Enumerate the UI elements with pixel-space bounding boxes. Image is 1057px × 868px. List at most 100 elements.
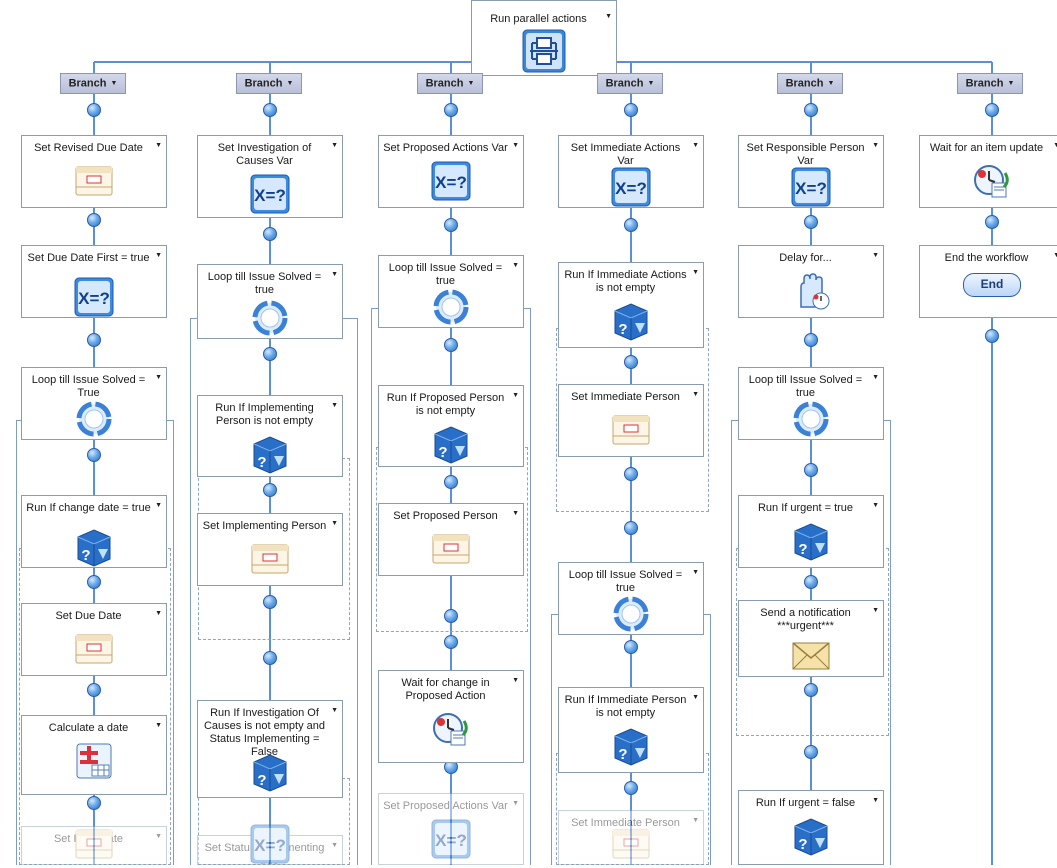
action-node-set-status-implementing-true[interactable]: Set Status Implementing = true▼X=? xyxy=(197,824,343,867)
insert-action-dot[interactable] xyxy=(87,448,101,462)
node-dropdown-arrow[interactable]: ▼ xyxy=(512,392,519,399)
node-dropdown-arrow[interactable]: ▼ xyxy=(512,262,519,269)
node-dropdown-arrow[interactable]: ▼ xyxy=(155,610,162,617)
insert-action-dot[interactable] xyxy=(444,103,458,117)
node-dropdown-arrow[interactable]: ▼ xyxy=(692,694,699,701)
node-dropdown-arrow[interactable]: ▼ xyxy=(692,142,699,149)
branch-button-6[interactable]: Branch ▼ xyxy=(957,73,1023,94)
node-dropdown-arrow[interactable]: ▼ xyxy=(331,707,338,714)
action-node-set-rem-date[interactable]: Set Rem Date▼ xyxy=(21,826,167,865)
action-node-set-immediate-person[interactable]: Set Immediate Person ▼ xyxy=(558,810,704,865)
insert-action-dot[interactable] xyxy=(263,595,277,609)
node-dropdown-arrow[interactable]: ▼ xyxy=(331,842,338,849)
insert-action-dot[interactable] xyxy=(985,215,999,229)
insert-action-dot[interactable] xyxy=(87,213,101,227)
node-dropdown-arrow[interactable]: ▼ xyxy=(512,142,519,149)
insert-action-dot[interactable] xyxy=(624,521,638,535)
node-dropdown-arrow[interactable]: ▼ xyxy=(1053,252,1057,259)
insert-action-dot[interactable] xyxy=(624,467,638,481)
branch-button-2[interactable]: Branch ▼ xyxy=(236,73,302,94)
insert-action-dot[interactable] xyxy=(804,745,818,759)
insert-action-dot[interactable] xyxy=(985,103,999,117)
node-dropdown-arrow[interactable]: ▼ xyxy=(155,722,162,729)
action-node-loop-till-issue-solved-true[interactable]: Loop till Issue Solved = True ▼ xyxy=(21,367,167,440)
node-dropdown-arrow[interactable]: ▼ xyxy=(331,271,338,278)
insert-action-dot[interactable] xyxy=(444,609,458,623)
end-button[interactable]: End xyxy=(963,273,1021,297)
action-node-wait-for-an-item-update[interactable]: Wait for an item update ▼ xyxy=(919,135,1057,208)
action-node-end-the-workflow[interactable]: End the workflow ▼ End xyxy=(919,245,1057,318)
node-dropdown-arrow[interactable]: ▼ xyxy=(1053,142,1057,149)
insert-action-dot[interactable] xyxy=(263,483,277,497)
node-dropdown-arrow[interactable]: ▼ xyxy=(872,502,879,509)
node-dropdown-arrow[interactable]: ▼ xyxy=(692,569,699,576)
insert-action-dot[interactable] xyxy=(444,218,458,232)
insert-action-dot[interactable] xyxy=(624,781,638,795)
action-node-set-proposed-person[interactable]: Set Proposed Person ▼ xyxy=(378,503,524,576)
node-dropdown-arrow[interactable]: ▼ xyxy=(155,374,162,381)
action-node-run-if-immediate-person-is-not-empty[interactable]: Run If Immediate Person is not empty ▼? xyxy=(558,687,704,773)
node-dropdown-arrow[interactable]: ▼ xyxy=(155,142,162,149)
node-dropdown-arrow[interactable]: ▼ xyxy=(155,502,162,509)
node-dropdown-arrow[interactable]: ▼ xyxy=(512,677,519,684)
action-node-loop-till-issue-solved-true[interactable]: Loop till Issue Solved = true ▼ xyxy=(197,264,343,339)
action-node-set-implementing-person[interactable]: Set Implementing Person ▼ xyxy=(197,513,343,586)
branch-button-1[interactable]: Branch ▼ xyxy=(60,73,126,94)
insert-action-dot[interactable] xyxy=(87,796,101,810)
node-dropdown-arrow[interactable]: ▼ xyxy=(692,391,699,398)
action-node-delay-for[interactable]: Delay for... ▼ xyxy=(738,245,884,318)
branch-button-4[interactable]: Branch ▼ xyxy=(597,73,663,94)
action-node-set-immediate-person[interactable]: Set Immediate Person ▼ xyxy=(558,384,704,457)
action-node-run-if-immediate-actions-is-not-empty[interactable]: Run If Immediate Actions is not empty ▼? xyxy=(558,262,704,348)
node-dropdown-arrow[interactable]: ▼ xyxy=(331,402,338,409)
insert-action-dot[interactable] xyxy=(444,475,458,489)
insert-action-dot[interactable] xyxy=(804,463,818,477)
action-node-loop-till-issue-solved-true[interactable]: Loop till Issue Solved = true ▼ xyxy=(378,255,524,328)
insert-action-dot[interactable] xyxy=(87,575,101,589)
action-node-set-due-date[interactable]: Set Due Date ▼ xyxy=(21,603,167,676)
node-dropdown-arrow[interactable]: ▼ xyxy=(872,142,879,149)
insert-action-dot[interactable] xyxy=(444,338,458,352)
node-dropdown-arrow[interactable]: ▼ xyxy=(692,269,699,276)
action-node-wait-for-change-in-proposed-action[interactable]: Wait for change in Proposed Action ▼ xyxy=(378,670,524,763)
insert-action-dot[interactable] xyxy=(87,333,101,347)
node-dropdown-arrow[interactable]: ▼ xyxy=(872,252,879,259)
node-dropdown-arrow[interactable]: ▼ xyxy=(331,142,338,149)
run-parallel-actions-node[interactable]: Run parallel actions ▼ xyxy=(471,0,617,76)
insert-action-dot[interactable] xyxy=(804,103,818,117)
insert-action-dot[interactable] xyxy=(624,103,638,117)
action-node-loop-till-issue-solved-true[interactable]: Loop till Issue Solved = true ▼ xyxy=(738,367,884,440)
insert-action-dot[interactable] xyxy=(263,227,277,241)
branch-button-5[interactable]: Branch ▼ xyxy=(777,73,843,94)
action-node-run-if-investigation-of-causes-is-not-empty-and-status-implementing-false[interactable]: Run If Investigation Of Causes is not em… xyxy=(197,700,343,798)
action-node-set-due-date-first-true[interactable]: Set Due Date First = true ▼ X=? xyxy=(21,245,167,318)
node-dropdown-arrow[interactable]: ▼ xyxy=(331,520,338,527)
action-node-send-a-notification-urgent[interactable]: Send a notification ***urgent*** ▼ xyxy=(738,600,884,677)
node-dropdown-arrow[interactable]: ▼ xyxy=(155,252,162,259)
node-dropdown-arrow[interactable]: ▼ xyxy=(155,833,162,840)
node-dropdown-arrow[interactable]: ▼ xyxy=(605,13,612,20)
node-dropdown-arrow[interactable]: ▼ xyxy=(512,800,519,807)
action-node-set-responsible-person-var[interactable]: Set Responsible Person Var ▼ X=? xyxy=(738,135,884,208)
insert-action-dot[interactable] xyxy=(804,333,818,347)
insert-action-dot[interactable] xyxy=(804,215,818,229)
node-dropdown-arrow[interactable]: ▼ xyxy=(512,510,519,517)
action-node-calculate-a-date[interactable]: Calculate a date ▼ xyxy=(21,715,167,795)
node-dropdown-arrow[interactable]: ▼ xyxy=(872,797,879,804)
action-node-run-if-urgent-true[interactable]: Run If urgent = true ▼? xyxy=(738,495,884,568)
action-node-set-investigation-of-causes-var[interactable]: Set Investigation of Causes Var ▼ X=? xyxy=(197,135,343,218)
insert-action-dot[interactable] xyxy=(624,355,638,369)
node-dropdown-arrow[interactable]: ▼ xyxy=(872,374,879,381)
insert-action-dot[interactable] xyxy=(804,683,818,697)
action-node-set-proposed-actions-var[interactable]: Set Proposed Actions Var ▼ X=? xyxy=(378,793,524,865)
insert-action-dot[interactable] xyxy=(624,218,638,232)
node-dropdown-arrow[interactable]: ▼ xyxy=(692,817,699,824)
insert-action-dot[interactable] xyxy=(263,347,277,361)
branch-button-3[interactable]: Branch ▼ xyxy=(417,73,483,94)
action-node-run-if-proposed-person-is-not-empty[interactable]: Run If Proposed Person is not empty ▼? xyxy=(378,385,524,467)
action-node-run-if-urgent-false[interactable]: Run If urgent = false ▼? xyxy=(738,790,884,865)
action-node-run-if-change-date-true[interactable]: Run If change date = true ▼? xyxy=(21,495,167,568)
insert-action-dot[interactable] xyxy=(985,329,999,343)
insert-action-dot[interactable] xyxy=(87,103,101,117)
insert-action-dot[interactable] xyxy=(804,575,818,589)
